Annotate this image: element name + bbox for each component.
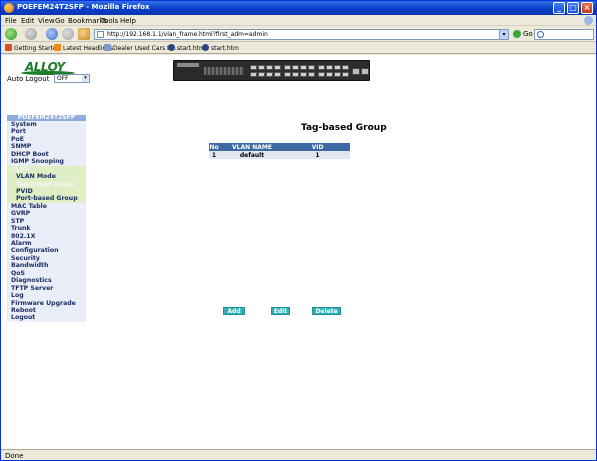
- sidebar-item-configuration[interactable]: Configuration: [7, 247, 86, 255]
- navigation-toolbar: http://192.168.1.1/vlan_frame.html?first…: [1, 26, 596, 42]
- edit-button[interactable]: Edit: [271, 307, 290, 315]
- url-dropdown-icon[interactable]: ▾: [499, 30, 508, 39]
- page-title: Tag-based Group: [301, 123, 387, 133]
- auto-logout-select[interactable]: OFF ▾: [54, 74, 90, 83]
- switch-front-panel-image: [173, 60, 370, 81]
- menu-help[interactable]: Help: [120, 17, 136, 25]
- go-arrow-icon: [513, 30, 521, 38]
- sidebar-item-log[interactable]: Log: [7, 292, 86, 300]
- column-header-no: No: [209, 143, 219, 151]
- page-content: ALLOY Auto Logout OFF ▾ POEFEM24T2SFP Sy…: [1, 55, 596, 449]
- url-text: http://192.168.1.1/vlan_frame.html?first…: [107, 31, 268, 38]
- globe-icon: [202, 44, 209, 51]
- add-button[interactable]: Add: [223, 307, 245, 315]
- chevron-down-icon: ▾: [82, 75, 89, 82]
- sidebar-item-tag-based-group[interactable]: Tag-based Group: [7, 180, 86, 188]
- sidebar-item-alarm[interactable]: Alarm: [7, 240, 86, 248]
- search-icon: [537, 31, 544, 38]
- cell-vid: 1: [285, 151, 350, 159]
- firefox-icon: [4, 3, 14, 13]
- firefox-icon: [5, 44, 12, 51]
- menu-view[interactable]: View: [38, 17, 55, 25]
- sidebar-item-pvid[interactable]: PVID: [7, 187, 86, 196]
- sidebar-item-reboot[interactable]: Reboot: [7, 306, 86, 315]
- sidebar-item-gvrp[interactable]: GVRP: [7, 210, 86, 218]
- browser-window: POEFEM24T2SFP - Mozilla Firefox _ □ × Fi…: [0, 0, 597, 461]
- sidebar-item-stp[interactable]: STP: [7, 217, 86, 226]
- sidebar-item-port[interactable]: Port: [7, 128, 86, 136]
- switch-led-strip: [204, 67, 244, 75]
- table-row[interactable]: 1 default 1: [209, 151, 350, 159]
- page-favicon-icon: [97, 31, 104, 38]
- status-bar: Done: [1, 449, 596, 460]
- bookmark-start-2[interactable]: start.htm: [202, 44, 239, 52]
- sidebar-item-diagnostics[interactable]: Diagnostics: [7, 277, 86, 285]
- page-icon: [104, 44, 111, 51]
- sidebar-item-mac-table[interactable]: MAC Table: [7, 202, 86, 211]
- throbber-icon: [584, 16, 593, 25]
- title-bar[interactable]: POEFEM24T2SFP - Mozilla Firefox _ □ ×: [1, 1, 596, 15]
- rss-icon: [54, 44, 61, 51]
- switch-brand-plate: [177, 63, 199, 67]
- menu-file[interactable]: File: [5, 17, 17, 25]
- sfp-port: [352, 68, 360, 75]
- sfp-port: [361, 68, 369, 75]
- menu-edit[interactable]: Edit: [21, 17, 35, 25]
- sidebar-item-port-based-group[interactable]: Port-based Group: [7, 195, 86, 203]
- sidebar-item-system[interactable]: System: [7, 121, 86, 129]
- sidebar-item-bandwidth[interactable]: Bandwidth: [7, 262, 86, 270]
- sidebar-item-vlan-mode[interactable]: VLAN Mode: [7, 173, 86, 181]
- reload-icon[interactable]: [46, 28, 58, 40]
- back-icon[interactable]: [5, 28, 17, 40]
- cell-vlan-name: default: [219, 151, 285, 159]
- menu-bar: File Edit View Go Bookmarks Tools Help: [1, 15, 596, 26]
- home-icon[interactable]: [78, 28, 90, 40]
- globe-icon: [168, 44, 175, 51]
- table-header-row: No VLAN NAME VID: [209, 143, 350, 151]
- sidebar-item-vlan[interactable]: VLAN: [7, 165, 86, 174]
- sidebar-item-security[interactable]: Security: [7, 254, 86, 263]
- sidebar-item-igmp-snooping[interactable]: IGMP Snooping: [7, 158, 86, 166]
- bookmark-start-1[interactable]: start.htm: [168, 44, 205, 52]
- alloy-logo: ALLOY: [21, 60, 75, 75]
- sidebar-item-tftp-server[interactable]: TFTP Server: [7, 284, 86, 293]
- window-title: POEFEM24T2SFP - Mozilla Firefox: [17, 3, 150, 11]
- search-input[interactable]: [534, 29, 594, 40]
- sidebar-item-snmp[interactable]: SNMP: [7, 143, 86, 151]
- sidebar-item-802-1x[interactable]: 802.1X: [7, 232, 86, 240]
- tag-group-table: No VLAN NAME VID 1 default 1: [209, 143, 350, 159]
- auto-logout-label: Auto Logout: [7, 75, 50, 83]
- minimize-button[interactable]: _: [553, 2, 565, 14]
- sidebar-item-poe[interactable]: PoE: [7, 135, 86, 144]
- sidebar-item-qos[interactable]: QoS: [7, 269, 86, 278]
- maximize-button[interactable]: □: [567, 2, 579, 14]
- cell-no: 1: [209, 151, 219, 159]
- menu-go[interactable]: Go: [55, 17, 65, 25]
- delete-button[interactable]: Delete: [312, 307, 341, 315]
- bookmark-getting-started[interactable]: Getting Started: [5, 44, 60, 52]
- menu-tools[interactable]: Tools: [101, 17, 118, 25]
- forward-icon[interactable]: [25, 28, 37, 40]
- sidebar-item-dhcp-boot[interactable]: DHCP Boot: [7, 150, 86, 159]
- column-header-vlan-name: VLAN NAME: [219, 143, 285, 151]
- url-field[interactable]: http://192.168.1.1/vlan_frame.html?first…: [94, 29, 509, 40]
- sidebar-item-trunk[interactable]: Trunk: [7, 225, 86, 233]
- sidebar-item-firmware-upgrade[interactable]: Firmware Upgrade: [7, 299, 86, 307]
- status-text: Done: [5, 452, 24, 460]
- column-header-vid: VID: [285, 143, 350, 151]
- sidebar-item-logout[interactable]: Logout: [7, 314, 86, 322]
- close-button[interactable]: ×: [581, 2, 593, 14]
- bookmarks-toolbar: Getting Started Latest Headlines Dealer …: [1, 42, 596, 54]
- sidebar-menu: POEFEM24T2SFP System Port PoE SNMP DHCP Boot…: [7, 115, 86, 322]
- stop-icon[interactable]: [62, 28, 74, 40]
